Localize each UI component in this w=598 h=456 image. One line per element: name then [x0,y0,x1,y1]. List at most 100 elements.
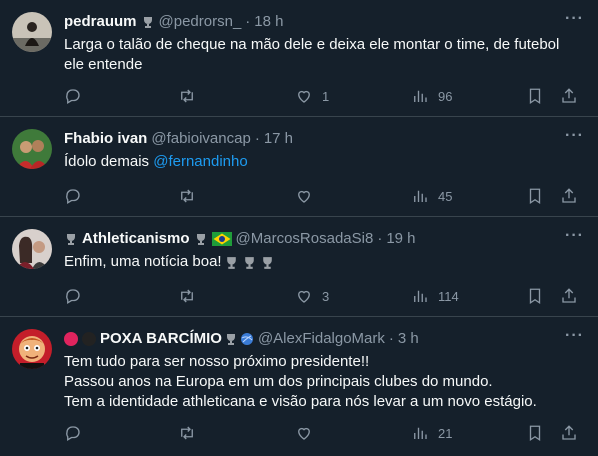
views-icon [414,290,427,302]
bookmark-button[interactable] [526,186,544,206]
timestamp[interactable]: 3 h [398,329,419,349]
mention-link[interactable]: @fernandinho [153,153,247,170]
avatar[interactable] [12,12,52,52]
retweet-button[interactable] [178,186,205,206]
separator: · [254,130,260,147]
yarn-ball-icon [240,333,253,345]
views-icon [414,90,427,102]
like-icon [298,427,310,440]
like-button[interactable]: 1 [295,86,329,106]
author-name[interactable]: POXA BARCÍMIO [100,329,222,349]
views-count: 96 [438,88,453,104]
author-handle[interactable]: @MarcosRosadaSi8 [236,229,374,249]
more-icon[interactable]: ··· [565,227,584,245]
like-button[interactable]: 3 [295,286,329,306]
like-count: 3 [322,288,330,304]
author-handle[interactable]: @fabioivancap [151,129,250,149]
tweet-text-line: Ídolo demais [64,153,154,170]
tweet-text: Larga o talão de cheque na mão dele e de… [64,35,582,75]
action-bar: 3 114 [64,286,586,306]
timestamp[interactable]: 17 h [264,129,293,149]
red-circle-icon [64,332,78,346]
separator: · [245,13,251,30]
tweet-text: Tem tudo para ser nosso próximo presiden… [64,352,582,412]
trophy-icon [67,234,75,245]
action-bar: 1 96 [64,86,586,106]
like-count: 1 [322,88,330,104]
tweet-2[interactable]: Fhabio ivan @fabioivancap · 17 h ··· Ído… [0,117,598,217]
retweet-button[interactable] [178,286,205,306]
more-icon[interactable]: ··· [565,127,584,145]
share-button[interactable] [560,423,578,443]
bookmark-icon [529,288,541,305]
views-button[interactable]: 21 [411,423,452,443]
share-icon [562,188,576,203]
trophy-icon [244,256,254,269]
separator: · [388,330,394,347]
views-count: 114 [438,288,459,304]
author-name[interactable]: Fhabio ivan [64,129,147,149]
bookmark-button[interactable] [526,86,544,106]
reply-icon [66,289,80,304]
views-button[interactable]: 96 [411,86,452,106]
reply-button[interactable] [64,186,91,206]
avatar[interactable] [12,329,52,369]
tweet-text-line: Tem a identidade athleticana e visão par… [64,393,537,410]
views-button[interactable]: 45 [411,186,452,206]
views-icon [414,427,427,439]
retweet-button[interactable] [178,423,205,443]
bookmark-icon [529,188,541,205]
trophy-icon [226,256,236,269]
more-icon[interactable]: ··· [565,10,584,28]
separator: · [377,230,383,247]
reply-button[interactable] [64,86,91,106]
share-button[interactable] [560,286,578,306]
retweet-button[interactable] [178,86,205,106]
share-button[interactable] [560,186,578,206]
tweet-text-line: Passou anos na Europa em um dos principa… [64,373,493,390]
author-name[interactable]: pedrauum [64,12,137,32]
reply-button[interactable] [64,423,91,443]
tweet-text-line: Enfim, uma notícia boa! [64,253,222,270]
like-icon [298,290,310,303]
avatar[interactable] [12,129,52,169]
tweet-text-line: Tem tudo para ser nosso próximo presiden… [64,353,370,370]
black-circle-icon [82,332,96,346]
brazil-flag-icon [211,232,232,246]
action-bar: 45 [64,186,586,206]
avatar[interactable] [12,229,52,269]
views-count: 21 [438,425,453,441]
bookmark-button[interactable] [526,286,544,306]
tweet-3[interactable]: Athleticanismo @MarcosRosadaSi8 · 19 h ·… [0,217,598,317]
share-button[interactable] [560,86,578,106]
views-button[interactable]: 114 [411,286,459,306]
timestamp[interactable]: 19 h [386,229,415,249]
like-button[interactable] [295,186,322,206]
trophy-icon [262,256,272,269]
tweet-4[interactable]: POXA BARCÍMIO @AlexFidalgoMark · 3 h ···… [0,317,598,456]
tweet-1[interactable]: pedrauum @pedrorsn_ · 18 h ··· Larga o t… [0,0,598,117]
reply-button[interactable] [64,286,91,306]
trophy-icon [196,234,205,245]
timestamp[interactable]: 18 h [254,12,283,32]
tweet-text-line: Larga o talão de cheque na mão dele e de… [64,36,560,73]
bookmark-icon [529,425,541,442]
author-handle[interactable]: @AlexFidalgoMark [258,329,385,349]
reply-icon [66,89,80,104]
retweet-icon [181,426,193,440]
more-icon[interactable]: ··· [565,327,584,345]
share-icon [562,88,576,103]
share-icon [562,425,576,440]
reply-icon [66,189,80,204]
author-name[interactable]: Athleticanismo [82,229,190,249]
bookmark-button[interactable] [526,423,544,443]
like-icon [298,90,310,103]
retweet-icon [181,89,193,103]
retweet-icon [181,289,193,303]
share-icon [562,288,576,303]
views-count: 45 [438,188,453,204]
author-handle[interactable]: @pedrorsn_ [159,12,242,32]
like-button[interactable] [295,423,322,443]
like-icon [298,190,310,203]
trophy-icon [143,17,152,28]
